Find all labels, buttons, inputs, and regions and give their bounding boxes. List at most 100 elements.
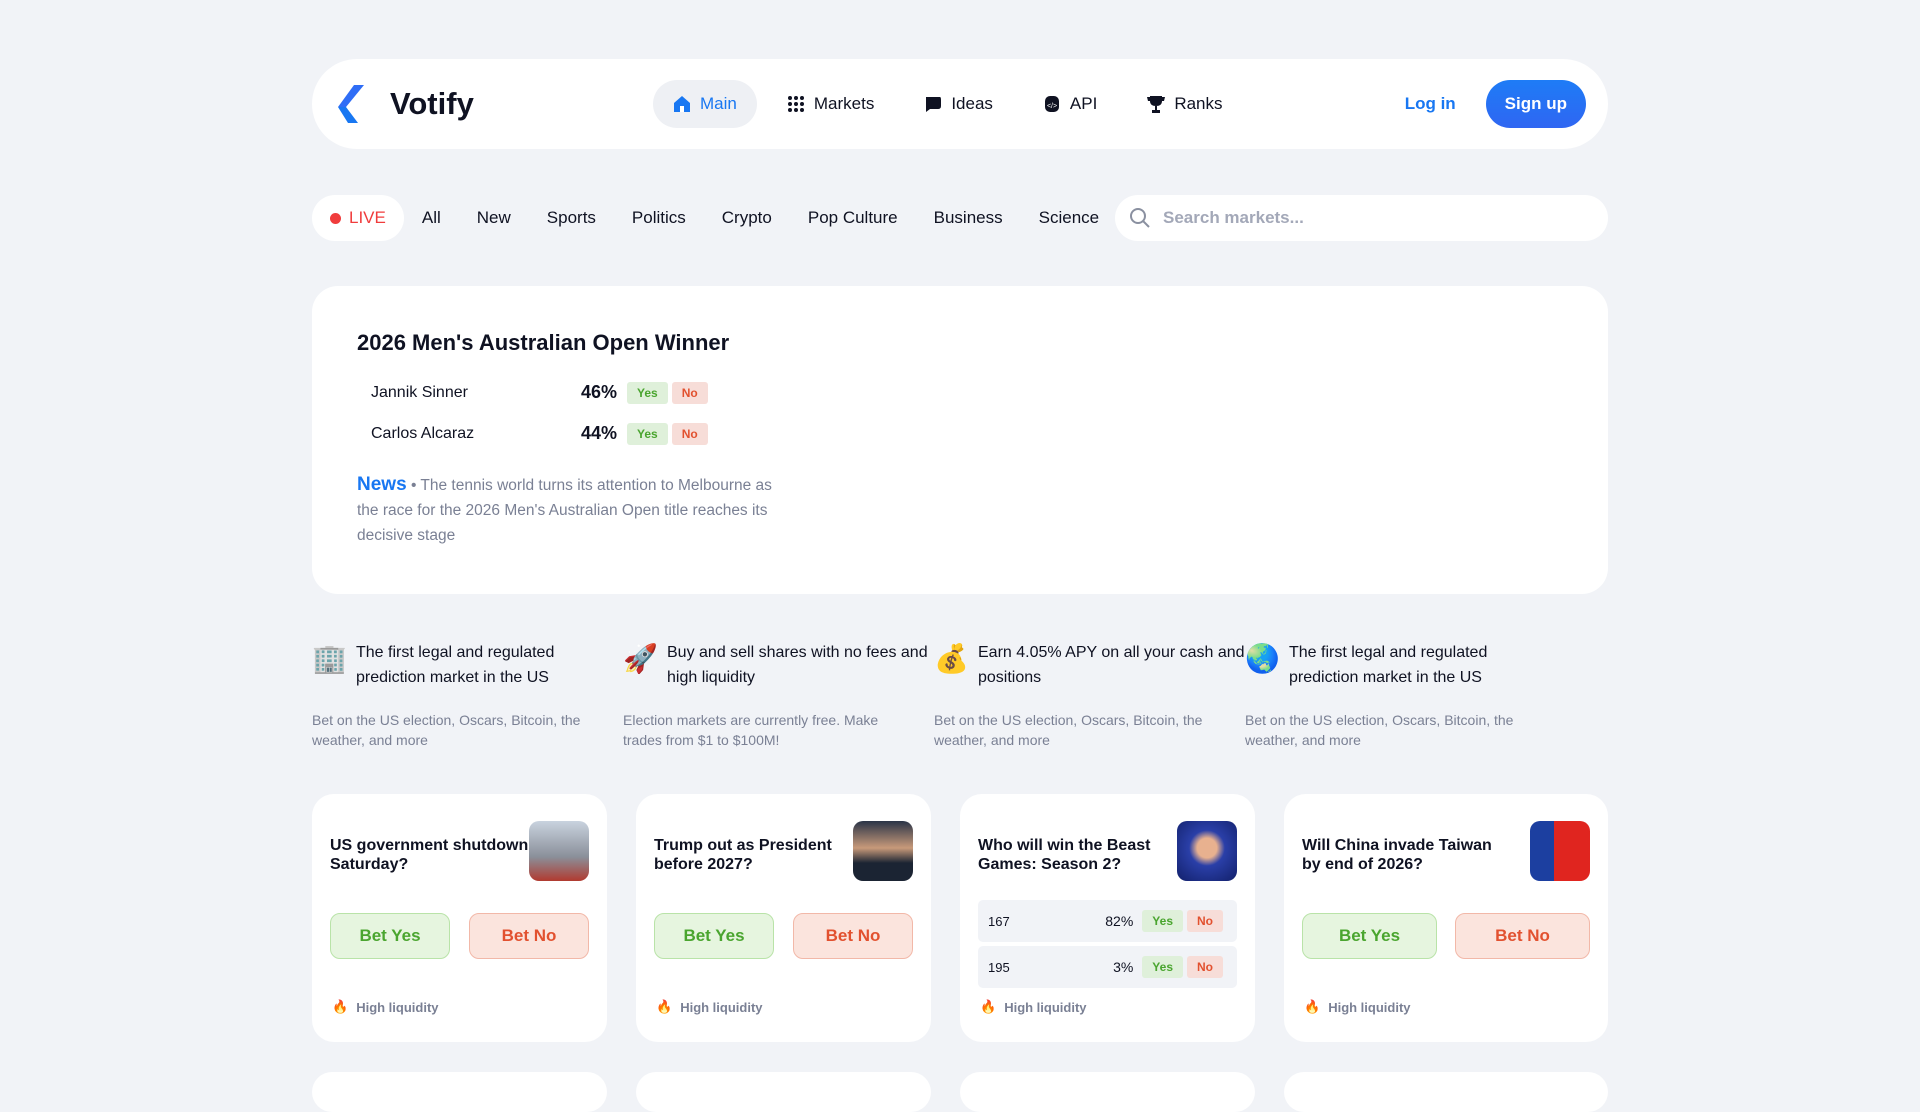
bet-yes-button[interactable]: Bet Yes	[1302, 913, 1437, 959]
flags-thumbnail	[1530, 821, 1590, 881]
filter-pop-culture[interactable]: Pop Culture	[790, 195, 916, 241]
outcome-pct: 44%	[581, 423, 618, 443]
yes-button[interactable]: Yes	[627, 381, 668, 404]
globe-icon: 🌏	[1245, 643, 1280, 674]
chat-icon	[926, 97, 942, 112]
feature-item: 💰 Earn 4.05% APY on all your cash and pos…	[934, 640, 1245, 750]
filter-science[interactable]: Science	[1021, 195, 1117, 241]
news-blurb: News • The tennis world turns its attent…	[357, 472, 777, 548]
market-card[interactable]: Trump out as President before 2027? Bet …	[636, 794, 931, 1042]
market-card[interactable]	[312, 1072, 607, 1112]
no-button[interactable]: No	[671, 381, 708, 404]
outcome-pct: 3%	[1113, 959, 1134, 975]
nav-label: Ranks	[1174, 94, 1223, 113]
yes-button[interactable]: Yes	[1142, 956, 1183, 978]
feature-item: 🌏 The first legal and regulated predictio…	[1245, 640, 1556, 750]
nav-label: Ideas	[951, 94, 993, 113]
nav-label: Markets	[813, 94, 875, 113]
live-label: LIVE	[349, 208, 386, 227]
market-title: Who will win the Beast Games: Season 2?	[978, 837, 1151, 873]
market-title: US government shutdown Saturday?	[330, 837, 529, 873]
api-icon: </>	[1044, 96, 1059, 112]
nav-main[interactable]: Main	[653, 80, 757, 128]
bet-no-button[interactable]: Bet No	[1455, 913, 1590, 959]
outcome-name: Carlos Alcaraz	[371, 424, 475, 442]
filter-new[interactable]: New	[459, 195, 529, 241]
outcome-row: Carlos Alcaraz 44% Yes No	[357, 413, 1563, 454]
fire-icon: 🔥	[332, 999, 349, 1014]
feature-sub: Bet on the US election, Oscars, Bitcoin,…	[1245, 712, 1514, 748]
no-button[interactable]: No	[1187, 956, 1223, 978]
feature-sub: Bet on the US election, Oscars, Bitcoin,…	[312, 712, 581, 748]
svg-text:</>: </>	[1047, 103, 1057, 110]
beast-games-thumbnail	[1177, 821, 1237, 881]
login-link[interactable]: Log in	[1405, 94, 1456, 114]
filter-all[interactable]: All	[404, 195, 459, 241]
yes-button[interactable]: Yes	[627, 422, 668, 445]
bet-no-button[interactable]: Bet No	[793, 913, 913, 959]
bet-yes-button[interactable]: Bet Yes	[654, 913, 774, 959]
market-card[interactable]: US government shutdown Saturday? Bet Yes…	[312, 794, 607, 1042]
trump-thumbnail	[853, 821, 913, 881]
features-row: 🏢 The first legal and regulated predictio…	[312, 640, 1608, 750]
signup-button[interactable]: Sign up	[1485, 80, 1586, 128]
nav-ranks[interactable]: Ranks	[1127, 80, 1242, 128]
bet-no-button[interactable]: Bet No	[469, 913, 589, 959]
outcome-row: 167 82% Yes No	[978, 900, 1237, 942]
grid-icon	[787, 96, 804, 112]
logo[interactable]: Votify	[334, 83, 634, 125]
no-button[interactable]: No	[1187, 910, 1223, 932]
yes-button[interactable]: Yes	[1142, 910, 1183, 932]
liquidity-label: High liquidity	[356, 999, 439, 1015]
feature-title: Buy and sell shares with no fees and hig…	[667, 644, 928, 686]
fire-icon: 🔥	[656, 999, 673, 1014]
brand-name: Votify	[390, 86, 474, 121]
outcome-pct: 82%	[1105, 913, 1134, 929]
feature-item: 🚀 Buy and sell shares with no fees and hi…	[623, 640, 934, 750]
fire-icon: 🔥	[980, 999, 997, 1014]
outcome-row: 195 3% Yes No	[978, 946, 1237, 988]
feature-title: The first legal and regulated prediction…	[1289, 644, 1488, 686]
market-card[interactable]: Who will win the Beast Games: Season 2? …	[960, 794, 1255, 1042]
search-placeholder: Search markets...	[1163, 208, 1304, 227]
trophy-icon	[1147, 96, 1166, 113]
capitol-thumbnail	[529, 821, 589, 881]
featured-market-title: 2026 Men's Australian Open Winner	[357, 330, 730, 355]
top-navbar: Votify Main Markets Ideas </> API Ranks L…	[312, 59, 1608, 149]
money-bag-icon: 💰	[934, 643, 969, 674]
filter-crypto[interactable]: Crypto	[704, 195, 790, 241]
search-input[interactable]: Search markets...	[1115, 195, 1608, 241]
no-button[interactable]: No	[671, 422, 708, 445]
featured-market-card[interactable]: 2026 Men's Australian Open Winner Jannik…	[312, 286, 1608, 594]
category-filters: LIVE All New Sports Politics Crypto Pop …	[312, 195, 1608, 241]
nav-label: Main	[700, 94, 737, 113]
market-card[interactable]: Will China invade Taiwan by end of 2026?…	[1284, 794, 1608, 1042]
nav-markets[interactable]: Markets	[767, 80, 894, 128]
filter-politics[interactable]: Politics	[614, 195, 704, 241]
outcome-row: Jannik Sinner 46% Yes No	[357, 372, 1563, 413]
fire-icon: 🔥	[1304, 999, 1321, 1014]
liquidity-label: High liquidity	[1328, 999, 1411, 1015]
nav-api[interactable]: </> API	[1023, 80, 1117, 128]
feature-title: The first legal and regulated prediction…	[356, 644, 555, 686]
building-icon: 🏢	[312, 643, 347, 674]
news-text: • The tennis world turns its attention t…	[357, 477, 772, 544]
logo-icon	[338, 85, 364, 123]
liquidity-label: High liquidity	[1004, 999, 1087, 1015]
outcome-name: Jannik Sinner	[371, 383, 468, 401]
feature-sub: Bet on the US election, Oscars, Bitcoin,…	[934, 712, 1203, 748]
market-card[interactable]	[1284, 1072, 1608, 1112]
nav-ideas[interactable]: Ideas	[904, 80, 1013, 128]
outcome-name: 195	[988, 959, 1010, 975]
news-label: News	[357, 474, 407, 495]
feature-title: Earn 4.05% APY on all your cash and posi…	[978, 644, 1245, 686]
market-card[interactable]	[636, 1072, 931, 1112]
filter-sports[interactable]: Sports	[529, 195, 614, 241]
filter-business[interactable]: Business	[916, 195, 1021, 241]
rocket-icon: 🚀	[623, 643, 658, 674]
filter-live[interactable]: LIVE	[312, 195, 404, 241]
nav-label: API	[1069, 94, 1098, 113]
market-title: Trump out as President before 2027?	[654, 837, 832, 873]
market-card[interactable]	[960, 1072, 1255, 1112]
bet-yes-button[interactable]: Bet Yes	[330, 913, 450, 959]
